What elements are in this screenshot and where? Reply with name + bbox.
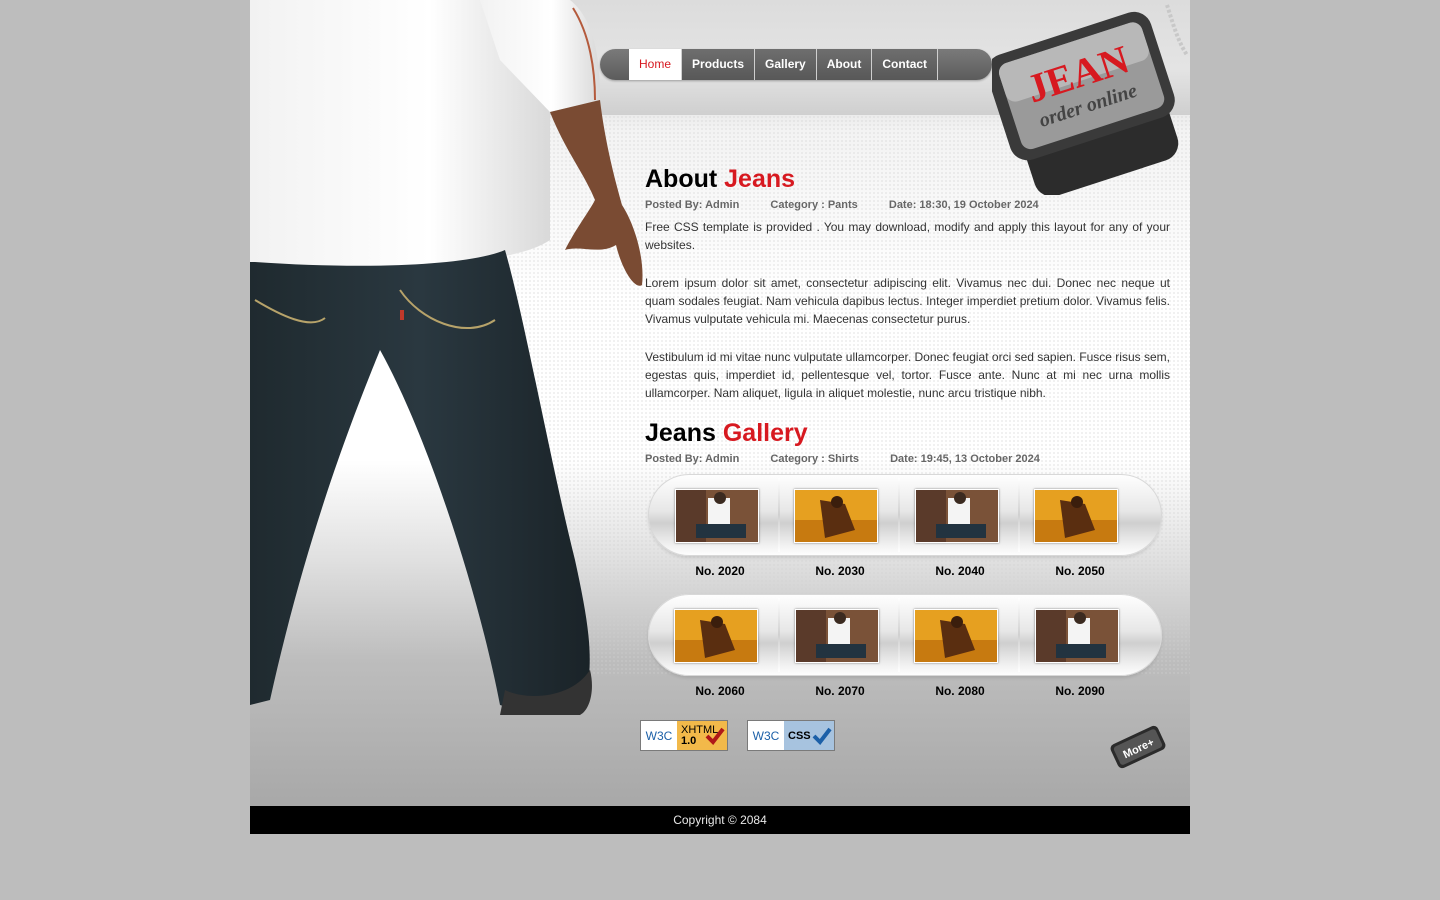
about-category: Category : Pants bbox=[770, 199, 858, 211]
gallery-thumb[interactable] bbox=[914, 609, 998, 663]
checkmark-icon bbox=[812, 727, 832, 745]
checkmark-icon bbox=[705, 727, 725, 745]
gallery-caption: No. 2040 bbox=[935, 564, 985, 578]
gallery-meta: Posted By: Admin Category : Shirts Date:… bbox=[645, 452, 1170, 466]
gallery-thumb[interactable] bbox=[1035, 609, 1119, 663]
gallery-caption: No. 2030 bbox=[815, 564, 865, 578]
xhtml-valid-badge[interactable]: W3C XHTML 1.0 bbox=[640, 720, 728, 751]
about-meta: Posted By: Admin Category : Pants Date: … bbox=[645, 198, 1170, 212]
footer: Copyright © 2084 bbox=[250, 806, 1190, 834]
gallery-date: Date: 19:45, 13 October 2024 bbox=[890, 453, 1040, 465]
page-container: Home Products Gallery About Contact JEAN… bbox=[250, 0, 1190, 834]
badge-w3c-text: W3C bbox=[641, 721, 677, 750]
gallery-caption: No. 2020 bbox=[695, 564, 745, 578]
gallery-thumb[interactable] bbox=[675, 489, 759, 543]
gallery-caption: No. 2050 bbox=[1055, 564, 1105, 578]
gallery-caption: No. 2060 bbox=[695, 684, 745, 698]
copyright-text: Copyright © 2084 bbox=[673, 813, 767, 827]
gallery-title: Jeans Gallery bbox=[645, 414, 1170, 452]
about-paragraph-3: Vestibulum id mi vitae nunc vulputate ul… bbox=[645, 350, 1170, 400]
w3c-badges: W3C XHTML 1.0 W3C CSS bbox=[640, 720, 835, 751]
gallery-thumb[interactable] bbox=[795, 609, 879, 663]
gallery-posted-by: Posted By: Admin bbox=[645, 453, 740, 465]
gallery-caption: No. 2070 bbox=[815, 684, 865, 698]
gallery-caption: No. 2090 bbox=[1055, 684, 1105, 698]
gallery-caption: No. 2080 bbox=[935, 684, 985, 698]
about-paragraph-2: Lorem ipsum dolor sit amet, consectetur … bbox=[645, 276, 1170, 326]
css-valid-badge[interactable]: W3C CSS bbox=[747, 720, 835, 751]
more-button[interactable]: More+ bbox=[1108, 722, 1168, 772]
about-title: About Jeans bbox=[645, 160, 1170, 198]
about-date: Date: 18:30, 19 October 2024 bbox=[888, 199, 1039, 211]
gallery-thumb[interactable] bbox=[1034, 489, 1118, 543]
badge-w3c-text: W3C bbox=[748, 721, 784, 750]
gallery-thumb[interactable] bbox=[674, 609, 758, 663]
gallery-title-accent: Gallery bbox=[722, 419, 808, 447]
model-photo bbox=[250, 0, 643, 715]
gallery-title-main: Jeans bbox=[645, 419, 716, 447]
main-nav: Home Products Gallery About Contact bbox=[600, 49, 992, 80]
nav-gallery[interactable]: Gallery bbox=[755, 49, 817, 80]
about-title-main: About bbox=[645, 165, 718, 193]
about-posted-by: Posted By: Admin bbox=[645, 199, 740, 211]
nav-home[interactable]: Home bbox=[629, 49, 683, 80]
main-content: About Jeans Posted By: Admin Category : … bbox=[645, 160, 1170, 472]
gallery-thumb[interactable] bbox=[794, 489, 878, 543]
gallery-category: Category : Shirts bbox=[770, 453, 860, 465]
nav-contact[interactable]: Contact bbox=[872, 49, 939, 80]
about-title-accent: Jeans bbox=[724, 165, 796, 193]
nav-about[interactable]: About bbox=[816, 49, 873, 80]
badge-css-text: CSS bbox=[788, 729, 811, 742]
nav-products[interactable]: Products bbox=[682, 49, 756, 80]
gallery-thumb[interactable] bbox=[915, 489, 999, 543]
about-paragraph-1: Free CSS template is provided . You may … bbox=[645, 220, 1170, 252]
